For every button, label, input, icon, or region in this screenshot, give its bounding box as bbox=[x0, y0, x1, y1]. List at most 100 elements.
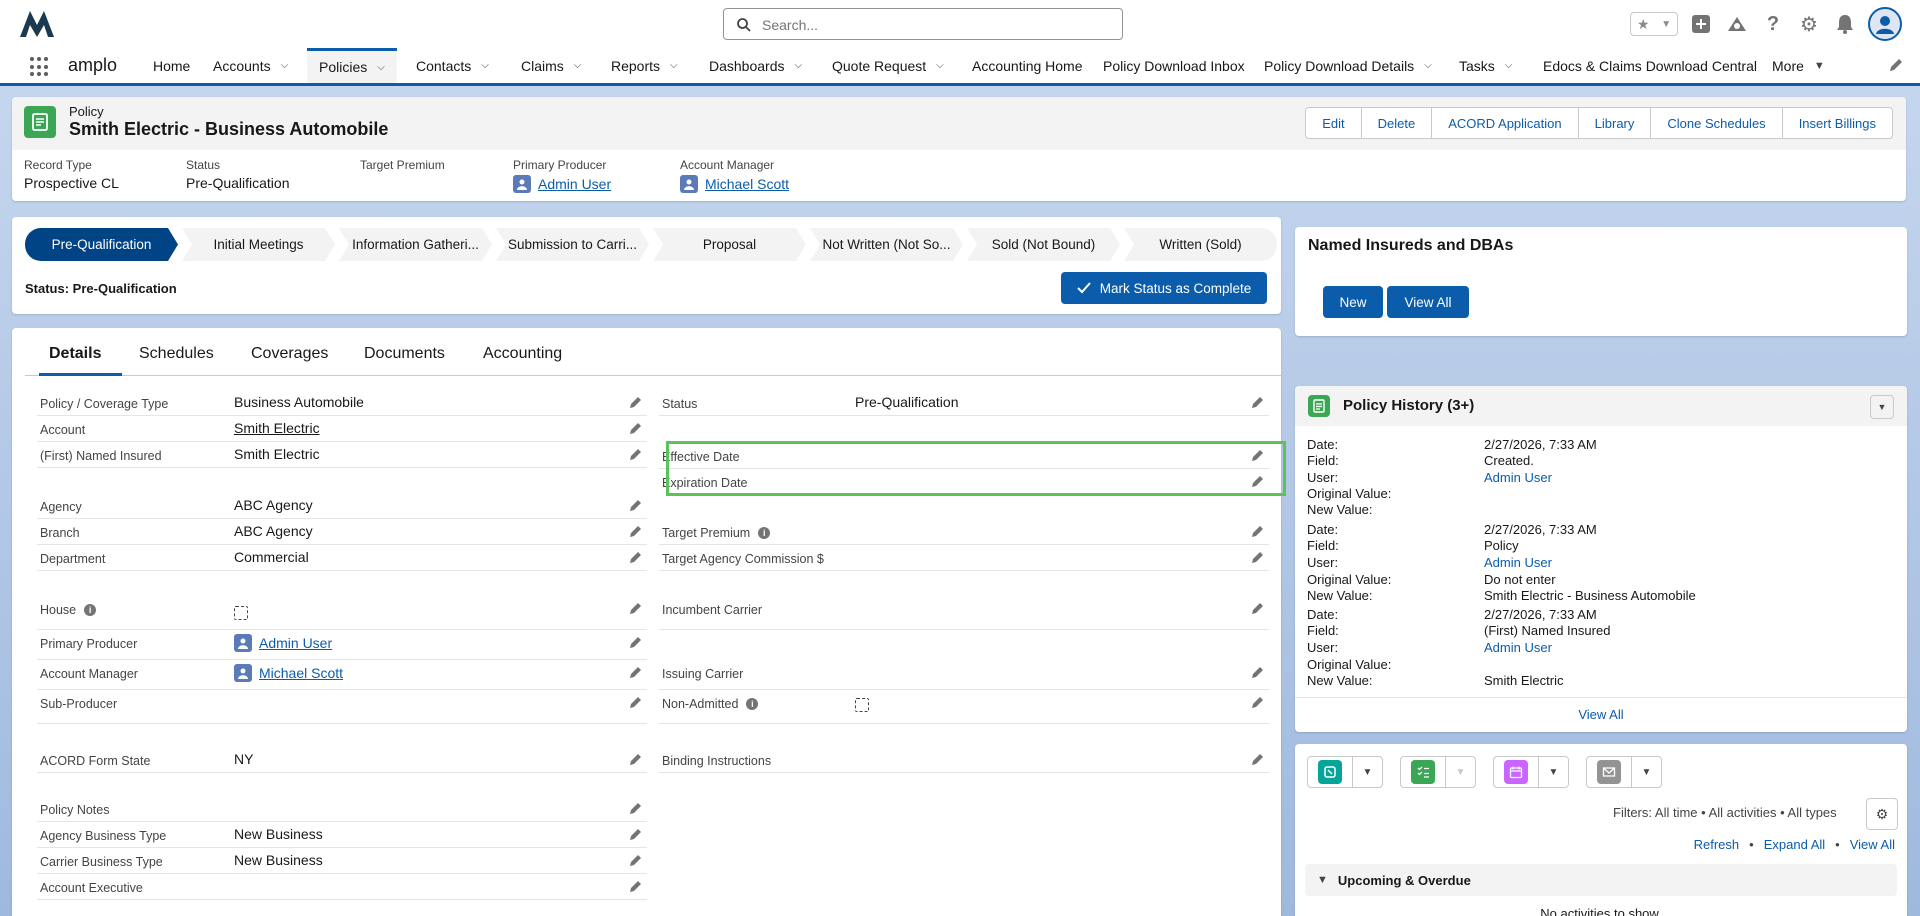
edit-pencil-icon[interactable] bbox=[1251, 665, 1265, 679]
refresh-link[interactable]: Refresh bbox=[1694, 837, 1740, 852]
edit-pencil-icon[interactable] bbox=[629, 498, 643, 512]
path-stage-written-sold[interactable]: Written (Sold) bbox=[1124, 228, 1277, 261]
edit-pencil-icon[interactable] bbox=[1251, 550, 1265, 564]
path-stage-information-gathering[interactable]: Information Gatheri... bbox=[339, 228, 492, 261]
history-view-all-link[interactable]: View All bbox=[1295, 707, 1907, 722]
amplo-logo-icon[interactable] bbox=[18, 9, 56, 39]
history-menu-chevron-icon[interactable]: ▼ bbox=[1870, 395, 1894, 419]
notifications-button[interactable] bbox=[1832, 11, 1858, 37]
chevron-down-icon[interactable]: ⌵ bbox=[670, 60, 678, 71]
history-user-link[interactable]: Admin User bbox=[1484, 555, 1552, 570]
trailhead-button[interactable] bbox=[1724, 11, 1750, 37]
info-icon[interactable]: i bbox=[746, 698, 759, 710]
global-search-input[interactable]: Search... bbox=[723, 8, 1123, 40]
edit-pencil-icon[interactable] bbox=[629, 447, 643, 461]
edit-pencil-icon[interactable] bbox=[629, 601, 643, 615]
account-manager-field-link[interactable]: Michael Scott bbox=[259, 665, 343, 681]
edit-pencil-icon[interactable] bbox=[1251, 601, 1265, 615]
nav-item-contacts[interactable]: Contacts ⌵ bbox=[416, 48, 489, 83]
app-launcher-icon[interactable] bbox=[30, 57, 50, 77]
edit-pencil-icon[interactable] bbox=[629, 635, 643, 649]
edit-pencil-icon[interactable] bbox=[629, 853, 643, 867]
history-user-link[interactable]: Admin User bbox=[1484, 470, 1552, 485]
nav-item-accounts[interactable]: Accounts ⌵ bbox=[213, 48, 288, 83]
clone-schedules-button[interactable]: Clone Schedules bbox=[1650, 107, 1783, 139]
chevron-down-icon[interactable]: ▼ bbox=[1631, 757, 1661, 787]
nav-item-dashboards[interactable]: Dashboards ⌵ bbox=[709, 48, 802, 83]
edit-pencil-icon[interactable] bbox=[629, 801, 643, 815]
path-stage-pre-qualification[interactable]: Pre-Qualification bbox=[25, 228, 178, 261]
chevron-down-icon[interactable]: ▼ bbox=[1538, 757, 1568, 787]
edit-pencil-icon[interactable] bbox=[629, 395, 643, 409]
edit-button[interactable]: Edit bbox=[1305, 107, 1362, 139]
chevron-down-icon[interactable]: ▼ bbox=[1352, 757, 1382, 787]
tab-coverages[interactable]: Coverages bbox=[251, 345, 328, 363]
edit-pencil-icon[interactable] bbox=[1251, 695, 1265, 709]
edit-nav-pencil-icon[interactable] bbox=[1888, 57, 1904, 73]
delete-button[interactable]: Delete bbox=[1360, 107, 1433, 139]
primary-producer-link[interactable]: Admin User bbox=[538, 176, 611, 192]
primary-producer-field-link[interactable]: Admin User bbox=[259, 635, 332, 651]
mark-status-complete-button[interactable]: Mark Status as Complete bbox=[1061, 272, 1267, 304]
tab-documents[interactable]: Documents bbox=[364, 345, 445, 363]
info-icon[interactable]: i bbox=[758, 527, 771, 539]
edit-pencil-icon[interactable] bbox=[1251, 524, 1265, 538]
new-event-button[interactable]: ▼ bbox=[1493, 756, 1569, 788]
nav-item-policy-download-inbox[interactable]: Policy Download Inbox bbox=[1103, 48, 1245, 83]
nav-item-claims[interactable]: Claims ⌵ bbox=[521, 48, 581, 83]
tab-accounting[interactable]: Accounting bbox=[483, 345, 562, 363]
chevron-down-icon[interactable]: ⌵ bbox=[936, 60, 944, 71]
edit-pencil-icon[interactable] bbox=[629, 421, 643, 435]
nav-item-tasks[interactable]: Tasks ⌵ bbox=[1459, 48, 1512, 83]
edit-pencil-icon[interactable] bbox=[629, 827, 643, 841]
nav-item-edocs-claims[interactable]: Edocs & Claims Download Central bbox=[1543, 48, 1757, 83]
path-stage-sold-not-bound[interactable]: Sold (Not Bound) bbox=[967, 228, 1120, 261]
nav-item-more[interactable]: More ▼ bbox=[1772, 48, 1825, 83]
chevron-down-icon[interactable]: ⌵ bbox=[481, 60, 489, 71]
edit-pencil-icon[interactable] bbox=[629, 879, 643, 893]
global-actions-button[interactable] bbox=[1688, 11, 1714, 37]
send-email-button[interactable]: ▼ bbox=[1586, 756, 1662, 788]
chevron-down-icon[interactable]: ⌵ bbox=[795, 60, 803, 71]
chevron-down-icon[interactable]: ⌵ bbox=[1424, 60, 1432, 71]
path-stage-initial-meetings[interactable]: Initial Meetings bbox=[182, 228, 335, 261]
path-stage-proposal[interactable]: Proposal bbox=[653, 228, 806, 261]
tab-details[interactable]: Details bbox=[49, 345, 101, 363]
setup-button[interactable]: ⚙ bbox=[1796, 11, 1822, 37]
new-named-insured-button[interactable]: New bbox=[1323, 286, 1383, 318]
edit-pencil-icon[interactable] bbox=[629, 524, 643, 538]
log-call-button[interactable]: ▼ bbox=[1307, 756, 1383, 788]
chevron-down-icon[interactable]: ▼ bbox=[1445, 757, 1475, 787]
account-manager-link[interactable]: Michael Scott bbox=[705, 176, 789, 192]
insert-billings-button[interactable]: Insert Billings bbox=[1781, 107, 1893, 139]
edit-pencil-icon[interactable] bbox=[629, 752, 643, 766]
library-button[interactable]: Library bbox=[1577, 107, 1652, 139]
acord-application-button[interactable]: ACORD Application bbox=[1431, 107, 1579, 139]
user-avatar[interactable] bbox=[1868, 7, 1902, 41]
edit-pencil-icon[interactable] bbox=[629, 665, 643, 679]
edit-pencil-icon[interactable] bbox=[1251, 395, 1265, 409]
path-stage-not-written[interactable]: Not Written (Not So... bbox=[810, 228, 963, 261]
edit-pencil-icon[interactable] bbox=[629, 695, 643, 709]
tab-schedules[interactable]: Schedules bbox=[139, 345, 214, 363]
help-button[interactable]: ? bbox=[1760, 11, 1786, 37]
history-user-link[interactable]: Admin User bbox=[1484, 640, 1552, 655]
new-task-button[interactable]: ▼ bbox=[1400, 756, 1476, 788]
activity-view-all-link[interactable]: View All bbox=[1850, 837, 1895, 852]
chevron-down-icon[interactable]: ⌵ bbox=[1505, 60, 1513, 71]
nav-item-policies[interactable]: Policies ⌵ bbox=[307, 48, 397, 83]
expand-all-link[interactable]: Expand All bbox=[1764, 837, 1825, 852]
account-link[interactable]: Smith Electric bbox=[234, 420, 320, 436]
chevron-down-icon[interactable]: ⌵ bbox=[281, 60, 289, 71]
nav-item-quote-request[interactable]: Quote Request ⌵ bbox=[832, 48, 944, 83]
nav-item-reports[interactable]: Reports ⌵ bbox=[611, 48, 678, 83]
edit-pencil-icon[interactable] bbox=[629, 550, 643, 564]
nav-item-policy-download-details[interactable]: Policy Download Details ⌵ bbox=[1264, 48, 1432, 83]
nav-item-home[interactable]: Home bbox=[153, 48, 190, 83]
path-stage-submission-to-carrier[interactable]: Submission to Carri... bbox=[496, 228, 649, 261]
upcoming-overdue-section[interactable]: ▼ Upcoming & Overdue bbox=[1305, 864, 1897, 896]
chevron-down-icon[interactable]: ⌵ bbox=[377, 62, 385, 73]
view-all-named-insureds-button[interactable]: View All bbox=[1387, 286, 1469, 318]
chevron-down-icon[interactable]: ⌵ bbox=[574, 60, 582, 71]
activity-settings-gear-icon[interactable]: ⚙ bbox=[1866, 798, 1898, 830]
